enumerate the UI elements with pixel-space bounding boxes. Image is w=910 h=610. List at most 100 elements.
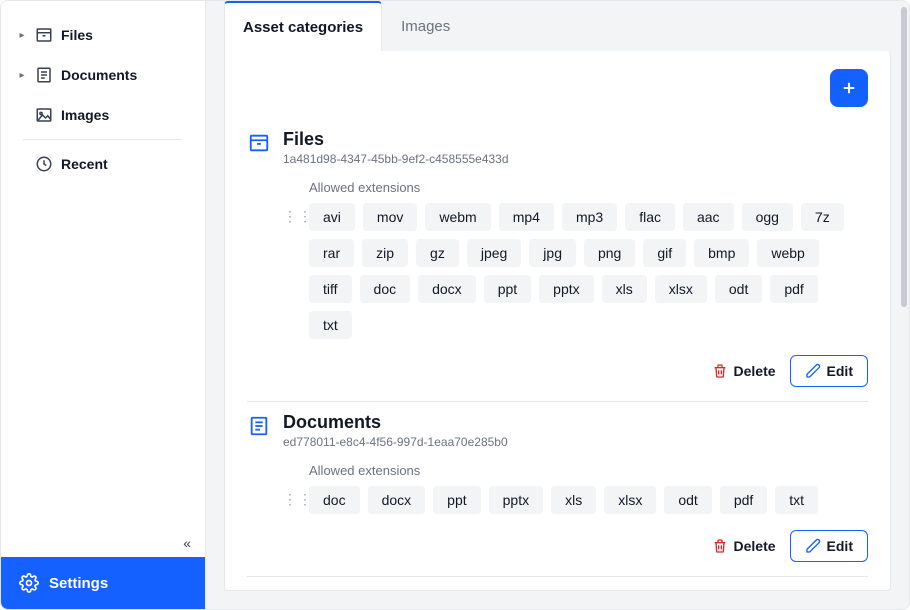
delete-label: Delete xyxy=(734,538,776,554)
settings-label: Settings xyxy=(49,575,108,592)
categories-list: Files 1a481d98-4347-45bb-9ef2-c458555e433… xyxy=(247,119,868,577)
sidebar-item-recent[interactable]: Recent xyxy=(9,144,201,184)
extension-tag: xls xyxy=(551,486,596,514)
sidebar-item-label: Files xyxy=(61,27,93,43)
extension-tag: mov xyxy=(363,203,417,231)
category-id: ed778011-e8c4-4f56-997d-1eaa70e285b0 xyxy=(283,435,868,449)
extension-tag: avi xyxy=(309,203,355,231)
extension-tag: doc xyxy=(309,486,360,514)
extension-tag: docx xyxy=(418,275,476,303)
sidebar-item-label: Documents xyxy=(61,67,137,83)
sidebar-item-settings[interactable]: Settings xyxy=(1,557,205,609)
extension-tag: doc xyxy=(360,275,411,303)
extension-tag: odt xyxy=(715,275,762,303)
allowed-col: Allowed extensionsavimovwebmmp4mp3flacaa… xyxy=(309,180,868,339)
category-actions: Delete Edit xyxy=(283,355,868,387)
drag-handle-icon[interactable]: ⋮⋮ xyxy=(283,180,297,339)
spacer xyxy=(1,188,205,525)
extension-tag: pdf xyxy=(770,275,817,303)
sidebar: ▸ Files ▸ Documents Images xyxy=(1,1,206,609)
extension-tag: docx xyxy=(368,486,426,514)
main-panel: Asset categories Images Files 1a481d98-43… xyxy=(206,1,909,609)
sidebar-item-images[interactable]: Images xyxy=(9,95,201,135)
category-actions: Delete Edit xyxy=(283,530,868,562)
tab-label: Images xyxy=(401,18,450,35)
sidebar-item-files[interactable]: ▸ Files xyxy=(9,15,201,55)
extension-tag: ppt xyxy=(484,275,531,303)
add-category-button[interactable] xyxy=(830,69,868,107)
edit-label: Edit xyxy=(827,363,853,379)
extension-tag: rar xyxy=(309,239,354,267)
edit-button[interactable]: Edit xyxy=(790,355,868,387)
gear-icon xyxy=(19,573,39,593)
sidebar-item-label: Recent xyxy=(61,156,108,172)
delete-button[interactable]: Delete xyxy=(712,538,776,554)
category-body: Files 1a481d98-4347-45bb-9ef2-c458555e433… xyxy=(283,129,868,387)
sidebar-tree: ▸ Files ▸ Documents Images xyxy=(1,11,205,188)
allowed-extensions-label: Allowed extensions xyxy=(309,463,868,478)
pencil-icon xyxy=(805,363,821,379)
tab-images[interactable]: Images xyxy=(382,1,469,51)
list-icon xyxy=(247,414,271,438)
extension-tag: jpg xyxy=(529,239,576,267)
image-icon xyxy=(35,106,53,124)
extension-tag: zip xyxy=(362,239,408,267)
divider xyxy=(23,139,181,140)
plus-icon xyxy=(840,79,858,97)
drag-handle-icon[interactable]: ⋮⋮ xyxy=(283,463,297,514)
extension-tag: 7z xyxy=(801,203,844,231)
tab-label: Asset categories xyxy=(243,19,363,36)
tab-asset-categories[interactable]: Asset categories xyxy=(224,1,382,51)
extension-tag: bmp xyxy=(694,239,749,267)
extension-tag: pptx xyxy=(539,275,593,303)
scrollbar[interactable] xyxy=(901,7,907,307)
extension-tag: gz xyxy=(416,239,459,267)
list-icon xyxy=(35,66,53,84)
category-title: Documents xyxy=(283,412,868,433)
edit-label: Edit xyxy=(827,538,853,554)
trash-icon xyxy=(712,538,728,554)
clock-icon xyxy=(35,155,53,173)
tabs: Asset categories Images xyxy=(206,1,909,51)
category-body: Documents ed778011-e8c4-4f56-997d-1eaa70e… xyxy=(283,412,868,562)
chevron-double-left-icon: « xyxy=(183,535,191,551)
extensions-list: docdocxpptpptxxlsxlsxodtpdftxt xyxy=(309,486,868,514)
caret-icon: ▸ xyxy=(17,30,27,41)
collapse-row: « xyxy=(1,525,205,557)
archive-icon xyxy=(35,26,53,44)
extension-tag: flac xyxy=(625,203,675,231)
extension-tag: txt xyxy=(775,486,818,514)
extension-tag: mp3 xyxy=(562,203,617,231)
extension-tag: jpeg xyxy=(467,239,521,267)
sidebar-item-documents[interactable]: ▸ Documents xyxy=(9,55,201,95)
archive-icon xyxy=(247,131,271,155)
extension-tag: webm xyxy=(425,203,490,231)
collapse-sidebar-button[interactable]: « xyxy=(183,535,191,551)
extension-tag: mp4 xyxy=(499,203,554,231)
category-id: 1a481d98-4347-45bb-9ef2-c458555e433d xyxy=(283,152,868,166)
extension-tag: pdf xyxy=(720,486,767,514)
trash-icon xyxy=(712,363,728,379)
extension-tag: ppt xyxy=(433,486,480,514)
extension-tag: gif xyxy=(643,239,686,267)
allowed-row: ⋮⋮ Allowed extensions docdocxpptpptxxlsxls… xyxy=(283,463,868,514)
pencil-icon xyxy=(805,538,821,554)
extension-tag: ogg xyxy=(742,203,793,231)
delete-label: Delete xyxy=(734,363,776,379)
extension-tag: png xyxy=(584,239,635,267)
extension-tag: xlsx xyxy=(604,486,656,514)
extension-tag: webp xyxy=(757,239,818,267)
app-root: ▸ Files ▸ Documents Images xyxy=(0,0,910,610)
edit-button[interactable]: Edit xyxy=(790,530,868,562)
sidebar-item-label: Images xyxy=(61,107,109,123)
extension-tag: txt xyxy=(309,311,352,339)
delete-button[interactable]: Delete xyxy=(712,363,776,379)
extension-tag: pptx xyxy=(489,486,543,514)
category-block: Files 1a481d98-4347-45bb-9ef2-c458555e433… xyxy=(247,119,868,402)
category-title: Files xyxy=(283,129,868,150)
extension-tag: xls xyxy=(602,275,647,303)
allowed-row: ⋮⋮Allowed extensionsavimovwebmmp4mp3flac… xyxy=(283,180,868,339)
allowed-col: Allowed extensionsdocdocxpptpptxxlsxlsxo… xyxy=(309,463,868,514)
caret-icon: ▸ xyxy=(17,70,27,81)
category-block: Documents ed778011-e8c4-4f56-997d-1eaa70e… xyxy=(247,402,868,577)
